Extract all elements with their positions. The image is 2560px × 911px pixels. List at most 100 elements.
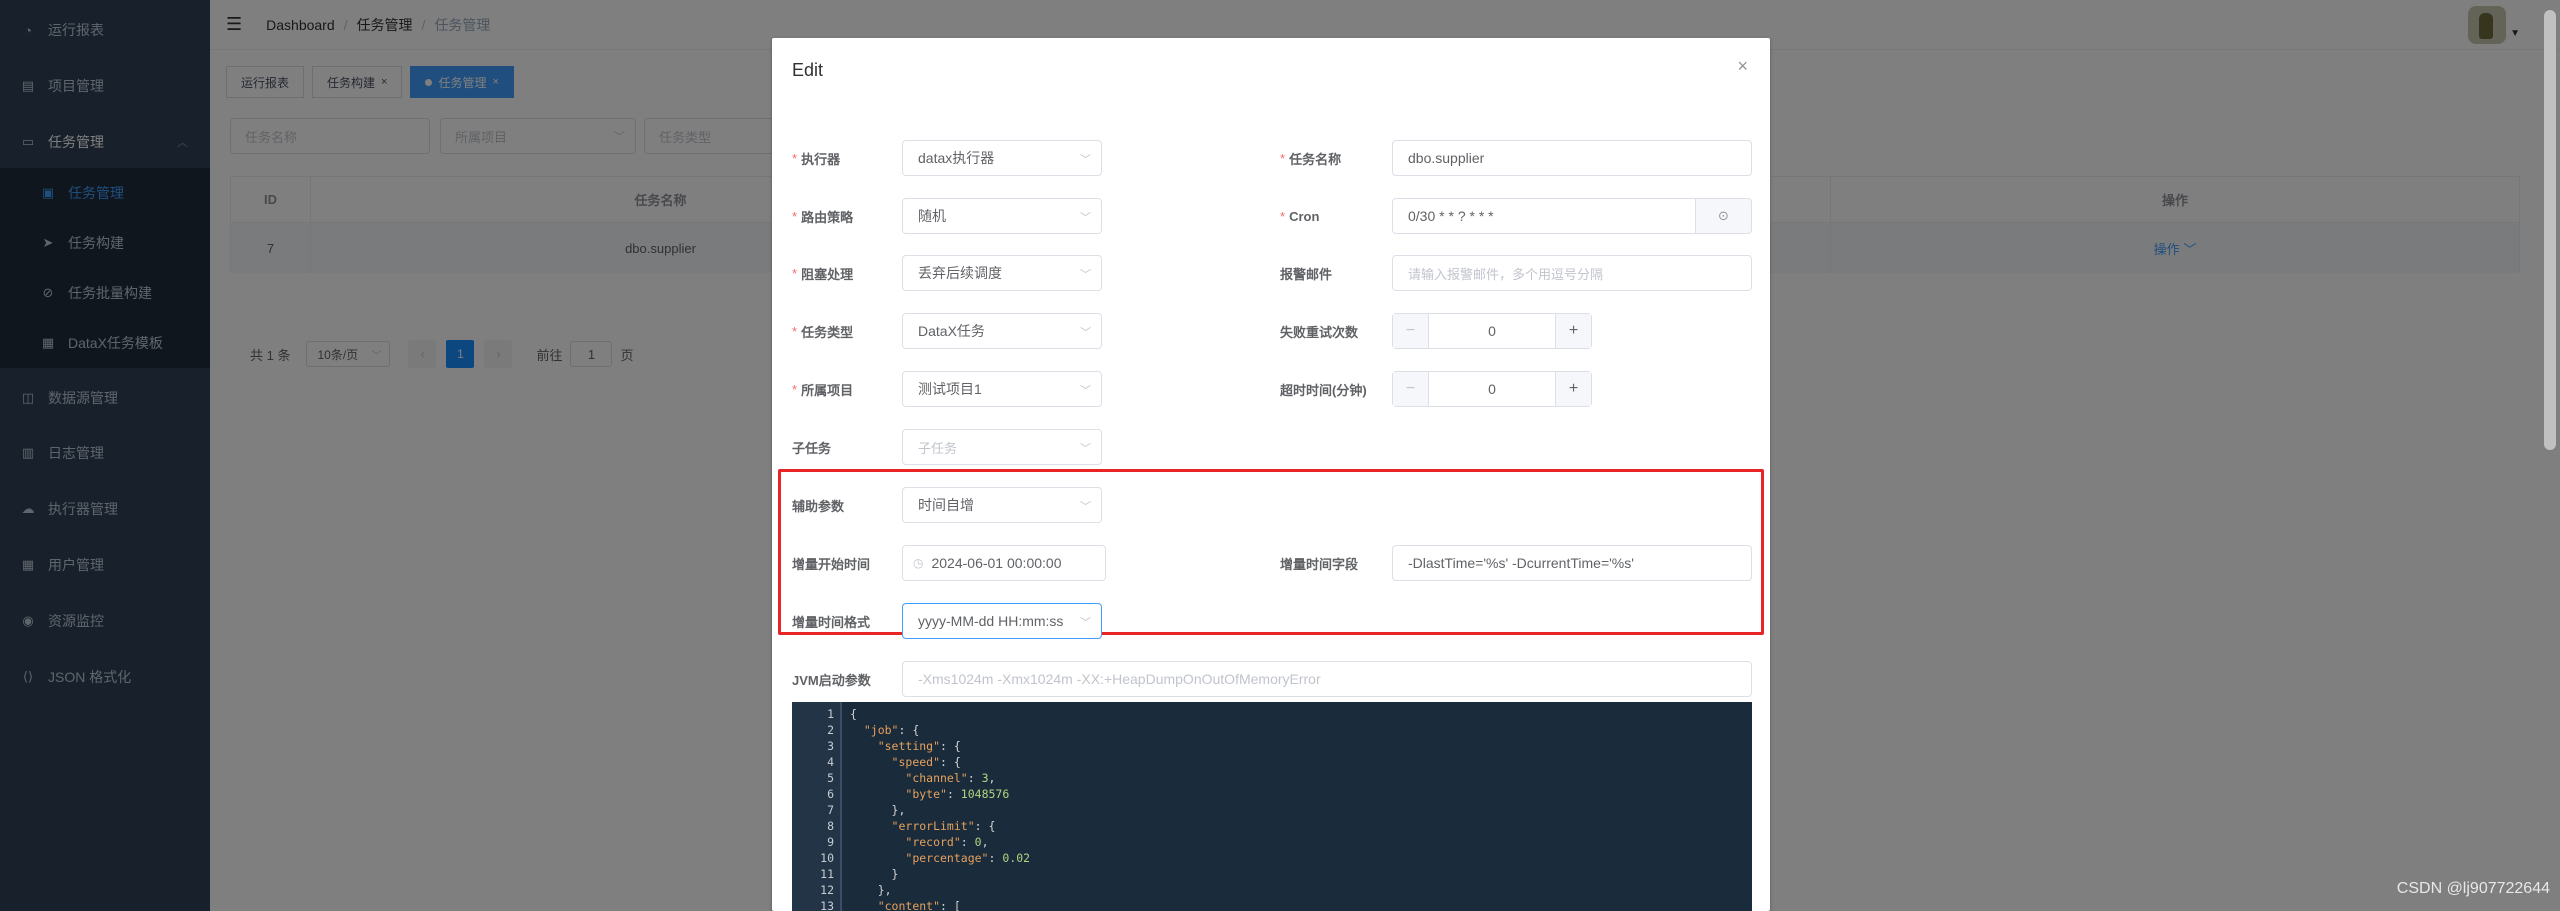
- job-type-label: * 任务类型: [792, 313, 853, 349]
- required-asterisk: *: [1280, 208, 1286, 224]
- increment-button[interactable]: +: [1555, 314, 1591, 348]
- required-asterisk: *: [792, 208, 798, 224]
- inc-format-label: 增量时间格式: [792, 614, 871, 630]
- close-icon[interactable]: ×: [1737, 56, 1748, 77]
- line-number: 7: [827, 803, 834, 817]
- required-asterisk: *: [792, 381, 798, 397]
- select-value: 丢弃后续调度: [918, 265, 1002, 281]
- executor-select[interactable]: datax执行器 ﹀: [902, 140, 1102, 176]
- code-text: "job": {: [863, 723, 920, 737]
- line-number: 2: [827, 723, 834, 737]
- code-line: 1{: [792, 706, 857, 722]
- cron-icon: ⊙: [1718, 208, 1729, 223]
- inc-format-select[interactable]: yyyy-MM-dd HH:mm:ss ﹀: [902, 603, 1102, 639]
- line-number: 8: [827, 819, 834, 833]
- select-value: DataX任务: [918, 323, 985, 339]
- route-strategy-label: * 路由策略: [792, 198, 853, 234]
- line-number: 11: [820, 867, 834, 881]
- line-number: 1: [827, 707, 834, 721]
- code-text: "setting": {: [877, 739, 961, 753]
- decrement-button[interactable]: −: [1393, 314, 1429, 348]
- code-text: "content": [: [877, 899, 961, 911]
- code-line: 3 "setting": {: [792, 738, 961, 754]
- decrement-button[interactable]: −: [1393, 372, 1429, 406]
- chevron-down-icon: ﹀: [1080, 269, 1091, 281]
- label-text: 任务类型: [801, 324, 854, 340]
- select-value: 随机: [918, 208, 946, 224]
- label-text: Cron: [1289, 208, 1320, 224]
- code-line: 6 "byte": 1048576: [792, 786, 1009, 802]
- required-asterisk: *: [1280, 150, 1286, 166]
- child-job-label: 子任务: [792, 440, 832, 456]
- code-line: 10 "percentage": 0.02: [792, 850, 1030, 866]
- code-line: 2 "job": {: [792, 722, 919, 738]
- code-text: "channel": 3,: [905, 771, 996, 785]
- code-text: },: [850, 883, 892, 897]
- code-text: "byte": 1048576: [905, 787, 1010, 801]
- increment-button[interactable]: +: [1555, 372, 1591, 406]
- inc-field-input[interactable]: -DlastTime='%s' -DcurrentTime='%s': [1392, 545, 1752, 581]
- executor-label: * 执行器: [792, 140, 840, 176]
- inc-start-label: 增量开始时间: [792, 556, 871, 572]
- chevron-down-icon: ﹀: [1080, 327, 1091, 339]
- dialog-title: Edit: [792, 60, 824, 80]
- code-line: 4 "speed": {: [792, 754, 961, 770]
- stepper-value[interactable]: 0: [1429, 381, 1555, 397]
- cron-input[interactable]: 0/30 * * ? * * *: [1392, 198, 1696, 234]
- alarm-email-input[interactable]: 请输入报警邮件，多个用逗号分隔: [1392, 255, 1752, 291]
- label-text: 阻塞处理: [801, 266, 854, 282]
- stepper-value[interactable]: 0: [1429, 323, 1555, 339]
- retry-count-label: 失败重试次数: [1280, 324, 1359, 340]
- job-type-select[interactable]: DataX任务 ﹀: [902, 313, 1102, 349]
- cron-editor-button[interactable]: ⊙: [1696, 198, 1752, 234]
- json-editor[interactable]: 1{2 "job": {3 "setting": {4 "speed": {5 …: [792, 702, 1752, 911]
- required-asterisk: *: [792, 265, 798, 281]
- chevron-down-icon: ﹀: [1080, 154, 1091, 166]
- code-text: "errorLimit": {: [891, 819, 996, 833]
- label-text: 路由策略: [801, 209, 854, 225]
- line-number: 6: [827, 787, 834, 801]
- chevron-down-icon: ﹀: [1080, 443, 1091, 455]
- code-line: 5 "channel": 3,: [792, 770, 995, 786]
- inc-start-datepicker[interactable]: ◷ 2024-06-01 00:00:00: [902, 545, 1106, 581]
- timeout-label: 超时时间(分钟): [1280, 382, 1367, 398]
- job-name-input[interactable]: dbo.supplier: [1392, 140, 1752, 176]
- code-text: "record": 0,: [905, 835, 989, 849]
- project-label: * 所属项目: [792, 371, 853, 407]
- line-number: 12: [820, 883, 834, 897]
- code-text: }: [850, 867, 899, 881]
- line-number: 9: [827, 835, 834, 849]
- code-line: 9 "record": 0,: [792, 834, 988, 850]
- chevron-down-icon: ﹀: [1080, 501, 1091, 513]
- watermark: CSDN @lj907722644: [2396, 880, 2550, 897]
- job-name-label: * 任务名称: [1280, 140, 1341, 176]
- code-line: 7 },: [792, 802, 905, 818]
- aux-param-select[interactable]: 时间自增 ﹀: [902, 487, 1102, 523]
- chevron-down-icon: ﹀: [1080, 614, 1091, 630]
- required-asterisk: *: [792, 323, 798, 339]
- project-select[interactable]: 测试项目1 ﹀: [902, 371, 1102, 407]
- line-number: 3: [827, 739, 834, 753]
- label-text: 执行器: [801, 151, 841, 167]
- code-line: 11 }: [792, 866, 898, 882]
- retry-count-stepper[interactable]: − 0 +: [1392, 313, 1592, 349]
- child-job-select[interactable]: 子任务 ﹀: [902, 429, 1102, 465]
- code-line: 8 "errorLimit": {: [792, 818, 995, 834]
- select-value: yyyy-MM-dd HH:mm:ss: [918, 613, 1064, 629]
- sidebar-overlay: [0, 0, 210, 911]
- label-text: 任务名称: [1289, 151, 1342, 167]
- block-strategy-select[interactable]: 丢弃后续调度 ﹀: [902, 255, 1102, 291]
- code-line: 12 },: [792, 882, 891, 898]
- timeout-stepper[interactable]: − 0 +: [1392, 371, 1592, 407]
- required-asterisk: *: [792, 150, 798, 166]
- jvm-input[interactable]: -Xms1024m -Xmx1024m -XX:+HeapDumpOnOutOf…: [902, 661, 1752, 697]
- select-value: datax执行器: [918, 150, 995, 166]
- code-text: },: [850, 803, 906, 817]
- page-scrollbar[interactable]: [2544, 10, 2556, 450]
- route-strategy-select[interactable]: 随机 ﹀: [902, 198, 1102, 234]
- line-number: 5: [827, 771, 834, 785]
- line-number: 10: [820, 851, 834, 865]
- select-placeholder: 子任务: [918, 440, 958, 456]
- code-text: {: [850, 707, 857, 721]
- jvm-label: JVM启动参数: [792, 672, 871, 688]
